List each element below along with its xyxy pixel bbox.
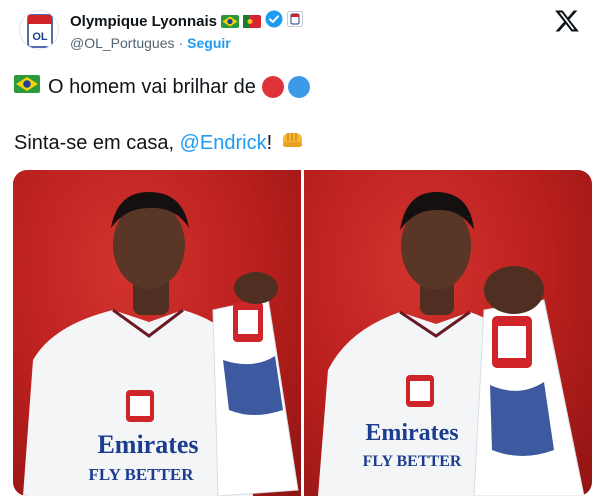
red-circle-icon xyxy=(261,76,284,98)
media-photo-2[interactable]: Emirates FLY BETTER xyxy=(304,170,592,496)
affiliate-badge-icon[interactable] xyxy=(286,10,303,32)
fist-bump-icon xyxy=(280,129,306,157)
account-handle[interactable]: @OL_Portugues xyxy=(70,35,175,51)
tweet-text-line-2: Sinta-se em casa, @Endrick ! xyxy=(14,128,306,158)
avatar-logo-text: OL xyxy=(32,31,48,43)
account-avatar[interactable]: OL xyxy=(19,10,59,50)
name-row: Olympique Lyonnais xyxy=(70,10,303,33)
media-photo-1[interactable]: Emirates FLY BETTER xyxy=(13,170,301,496)
separator-dot: · xyxy=(178,35,184,51)
shirt-sponsor-text: Emirates xyxy=(97,430,198,459)
tweet-media[interactable]: Emirates FLY BETTER Emirates FLY BETTER xyxy=(13,170,592,496)
tweet-header: OL Olympique Lyonnais @OL_Portugues · Se… xyxy=(0,0,600,62)
display-name[interactable]: Olympique Lyonnais xyxy=(70,13,217,30)
tweet-text-main: O homem vai brilhar de xyxy=(48,75,256,98)
verified-badge-icon xyxy=(265,10,283,33)
brazil-flag-icon xyxy=(220,14,239,28)
tweet-text-line-1: O homem vai brilhar de xyxy=(14,72,310,102)
shirt-sponsor-sub-2: FLY BETTER xyxy=(363,453,462,470)
tweet-text-exclaim: ! xyxy=(266,131,273,154)
brazil-flag-emoji-icon xyxy=(14,75,40,99)
handle-row: @OL_Portugues · Seguir xyxy=(70,35,231,51)
x-logo-icon[interactable] xyxy=(554,8,580,34)
portugal-flag-icon xyxy=(242,14,261,28)
blue-circle-icon xyxy=(287,76,310,98)
shirt-sponsor-text-2: Emirates xyxy=(365,420,458,446)
follow-button[interactable]: Seguir xyxy=(187,35,231,51)
mention-link[interactable]: @Endrick xyxy=(180,132,267,155)
shirt-sponsor-sub: FLY BETTER xyxy=(88,465,194,484)
tweet-text-welcome: Sinta-se em casa, xyxy=(14,131,180,154)
